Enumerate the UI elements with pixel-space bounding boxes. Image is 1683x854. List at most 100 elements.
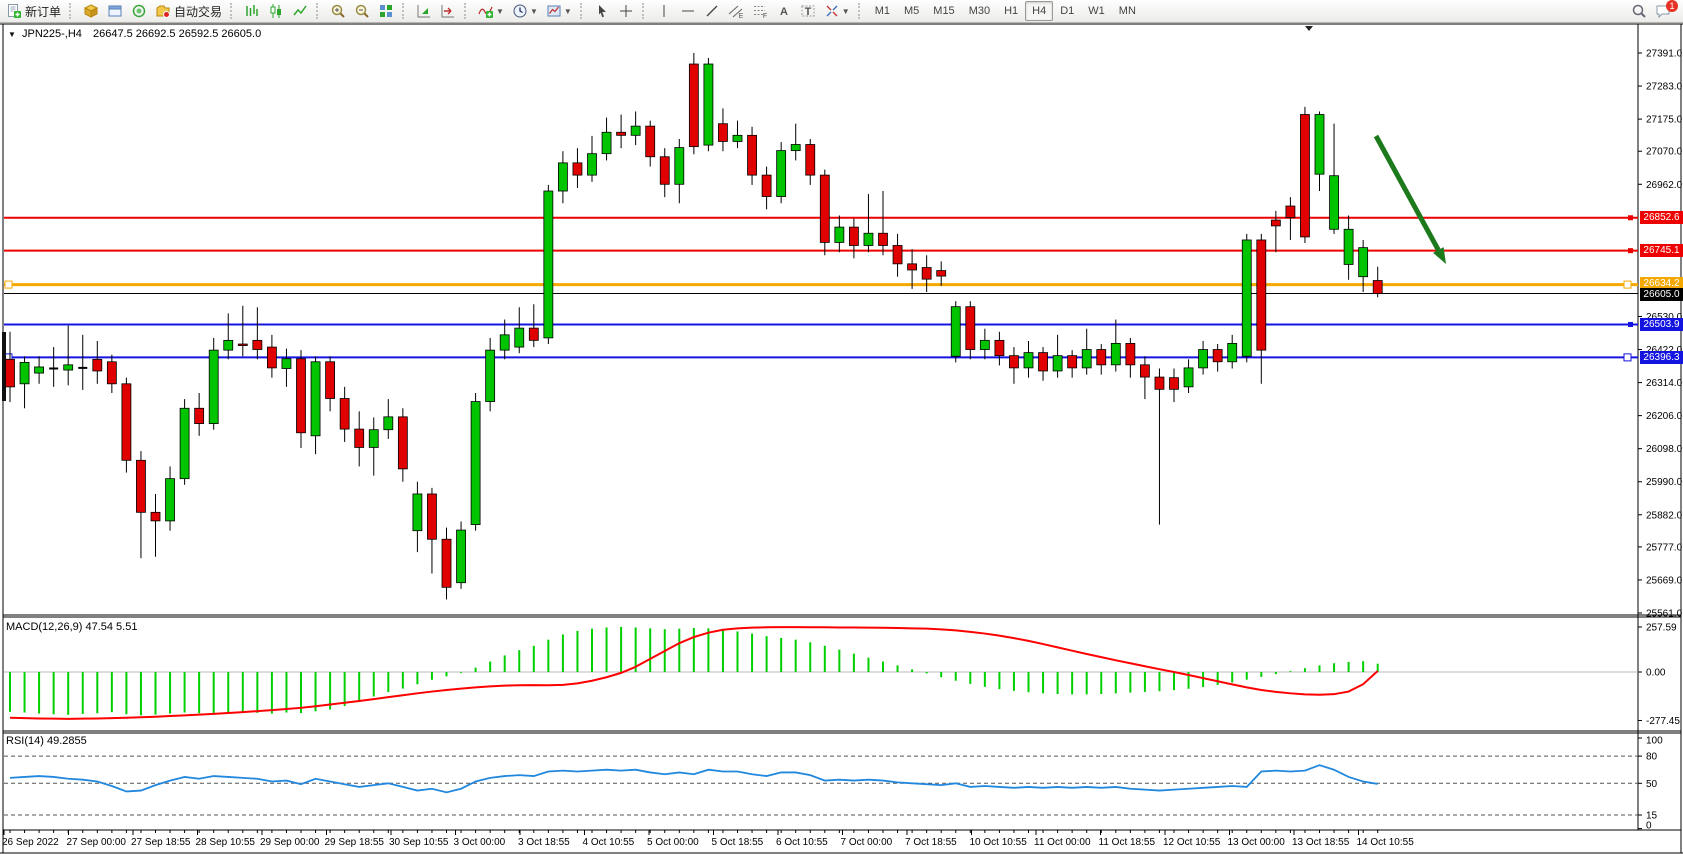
price-line-label-26745.1[interactable]: 26745.1: [1640, 244, 1683, 257]
time-tick-label: 29 Sep 18:55: [325, 837, 385, 848]
candle-body: [689, 64, 698, 147]
candle-body: [515, 328, 524, 347]
rsi-tick-label: 0: [1646, 821, 1652, 832]
candle-body: [209, 350, 218, 423]
time-tick-label: 6 Oct 10:55: [776, 837, 828, 848]
candle-body: [1053, 356, 1062, 371]
candle-body: [253, 340, 262, 349]
time-tick-label: 3 Oct 00:00: [454, 837, 506, 848]
time-tick-label: 27 Sep 00:00: [67, 837, 127, 848]
candle-body: [966, 307, 975, 350]
candle-body: [238, 344, 247, 346]
candlesticks: [2, 53, 1382, 600]
price-tick-label: 25669.0: [1646, 575, 1683, 586]
price-line-label-26605.0[interactable]: 26605.0: [1640, 288, 1683, 301]
price-axis[interactable]: 27391.027283.027175.027070.026962.026530…: [1638, 49, 1683, 620]
candle-body: [326, 362, 335, 399]
candle-body: [660, 157, 669, 185]
chevron-down-icon[interactable]: ▼: [8, 30, 16, 39]
time-tick-label: 10 Oct 10:55: [970, 837, 1028, 848]
price-tick-label: 27283.0: [1646, 82, 1683, 93]
price-tick-label: 25990.0: [1646, 477, 1683, 488]
candle-body: [588, 154, 597, 175]
chart-canvas[interactable]: 27391.027283.027175.027070.026962.026530…: [0, 0, 1683, 854]
candle-body: [35, 367, 44, 373]
candle-body: [1140, 365, 1149, 377]
candle-body: [1111, 343, 1120, 364]
candle-body: [195, 408, 204, 423]
candle-body: [6, 359, 15, 387]
candle-body: [1068, 356, 1077, 368]
candle-body: [995, 340, 1004, 355]
candle-body: [835, 227, 844, 242]
rsi-tick-label: 100: [1646, 736, 1663, 747]
chart-shift-marker[interactable]: [1305, 26, 1313, 31]
rsi-tick-label: 80: [1646, 752, 1658, 763]
chart-frame: [0, 24, 1683, 853]
candle-body: [1242, 240, 1251, 356]
line-handle[interactable]: [1624, 281, 1631, 288]
candle-body: [267, 347, 276, 368]
time-tick-label: 27 Sep 18:55: [131, 837, 191, 848]
price-line-label-26396.3[interactable]: 26396.3: [1640, 351, 1683, 364]
candle-body: [980, 340, 989, 349]
price-line-label-26852.6[interactable]: 26852.6: [1640, 211, 1683, 224]
candle-body: [180, 408, 189, 478]
time-tick-label: 11 Oct 18:55: [1099, 837, 1156, 848]
line-handle[interactable]: [5, 281, 12, 288]
line-marker: [1628, 215, 1633, 220]
candle-body: [864, 233, 873, 245]
trend-arrow-annotation[interactable]: [1376, 136, 1446, 264]
macd-pane[interactable]: 257.590.00-277.45: [4, 623, 1680, 727]
price-tick-label: 26314.0: [1646, 378, 1683, 389]
time-axis[interactable]: 26 Sep 202227 Sep 00:0027 Sep 18:5528 Se…: [2, 830, 1414, 848]
line-marker: [1628, 322, 1633, 327]
price-tick-label: 26098.0: [1646, 444, 1683, 455]
candle-body: [806, 145, 815, 176]
candle-body: [442, 539, 451, 587]
chart-symbol-period: JPN225-,H4: [22, 28, 82, 40]
candle-body: [558, 163, 567, 191]
candle-body: [1097, 350, 1106, 365]
candle-body: [384, 417, 393, 430]
candle-body: [879, 233, 888, 245]
rsi-tick-label: 50: [1646, 779, 1658, 790]
macd-tick-label: -277.45: [1646, 716, 1680, 727]
candle-body: [1082, 350, 1091, 368]
candle-body: [544, 191, 553, 338]
candle-body: [1155, 377, 1164, 389]
candle-body: [748, 135, 757, 175]
candle-body: [1024, 353, 1033, 368]
time-tick-label: 29 Sep 00:00: [260, 837, 320, 848]
time-tick-label: 5 Oct 18:55: [712, 837, 764, 848]
candle-body: [908, 264, 917, 270]
candle-body: [820, 175, 829, 242]
candle-body: [398, 417, 407, 469]
candle-body: [93, 359, 102, 371]
line-handle[interactable]: [1624, 354, 1631, 361]
candle-body: [20, 362, 29, 383]
candle-body: [1228, 343, 1237, 361]
candle-body: [762, 175, 771, 196]
candle-body: [122, 384, 131, 461]
macd-indicator-label: MACD(12,26,9) 47.54 5.51: [6, 621, 137, 633]
price-tick-label: 25882.0: [1646, 510, 1683, 521]
candle-body: [1330, 176, 1339, 230]
macd-tick-label: 0.00: [1646, 668, 1666, 679]
time-tick-label: 12 Oct 10:55: [1163, 837, 1221, 848]
rsi-pane[interactable]: 1008050150: [4, 736, 1663, 832]
candle-body: [1126, 343, 1135, 364]
candle-body: [1315, 115, 1324, 175]
price-line-label-26503.9[interactable]: 26503.9: [1640, 318, 1683, 331]
candle-body: [297, 359, 306, 433]
candle-body: [151, 512, 160, 521]
candle-body: [937, 271, 946, 277]
price-tick-label: 25561.0: [1646, 609, 1683, 620]
candle-body: [718, 124, 727, 142]
price-tick-label: 27391.0: [1646, 49, 1683, 60]
candle-body: [471, 402, 480, 525]
price-tick-label: 27175.0: [1646, 115, 1683, 126]
candle-body: [631, 126, 640, 135]
candle-body: [951, 307, 960, 357]
candle-body: [777, 151, 786, 197]
